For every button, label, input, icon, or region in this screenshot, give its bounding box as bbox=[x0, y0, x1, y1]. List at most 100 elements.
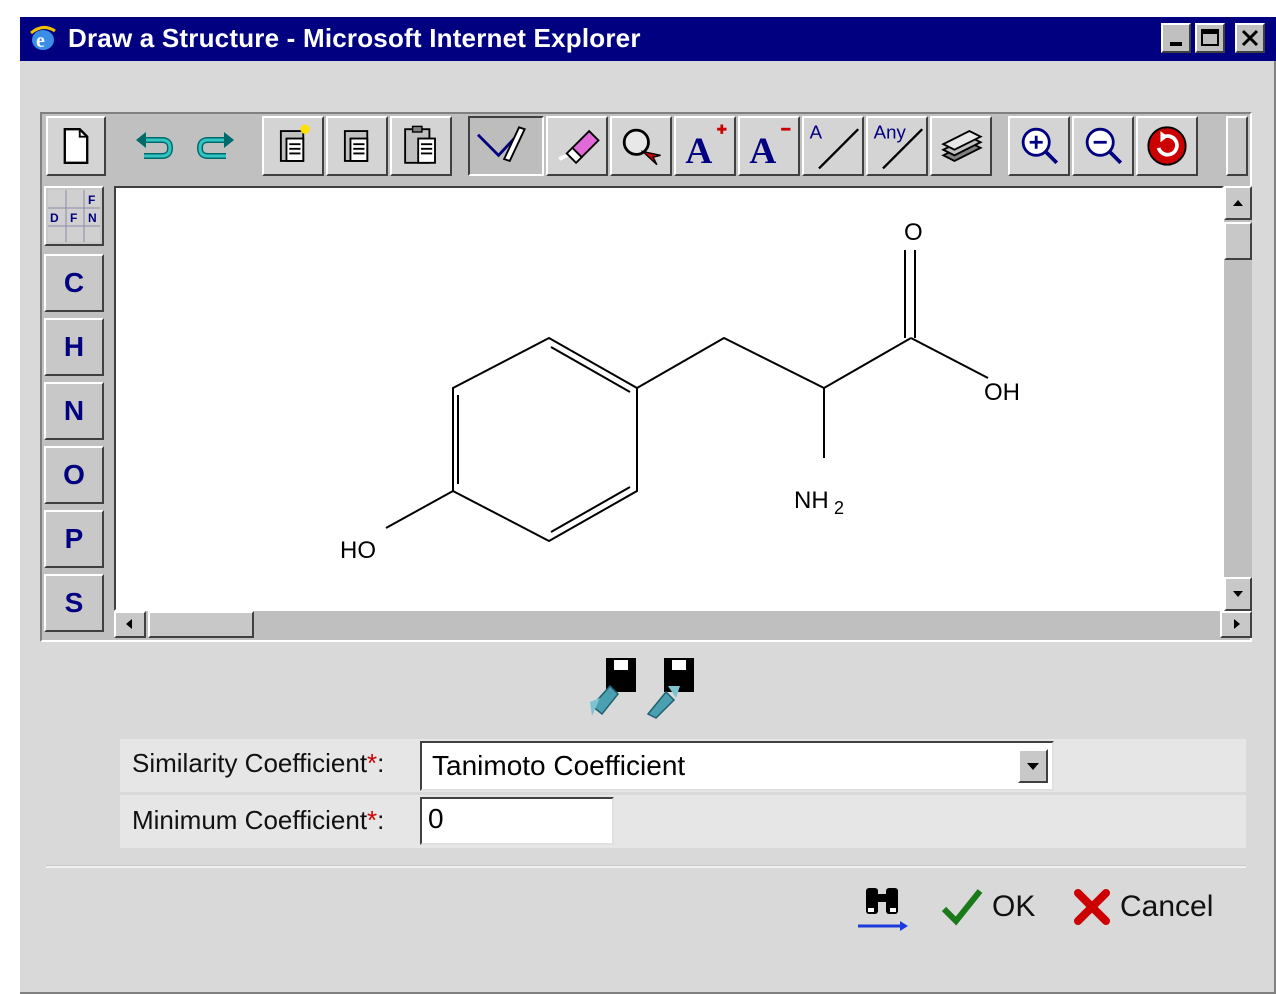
atom-button-s[interactable]: S bbox=[44, 574, 104, 632]
zoom-out-button[interactable] bbox=[1072, 116, 1134, 176]
atom-button-h[interactable]: H bbox=[44, 318, 104, 376]
label-colon: : bbox=[377, 805, 385, 835]
select-query-icon bbox=[622, 128, 661, 166]
search-button[interactable] bbox=[856, 880, 908, 934]
svg-text:A: A bbox=[685, 131, 712, 172]
internet-explorer-icon: e bbox=[28, 25, 58, 53]
periodic-table-button[interactable]: F D F N bbox=[44, 186, 104, 246]
zoom-in-icon bbox=[1021, 127, 1059, 165]
zoom-in-button[interactable] bbox=[1008, 116, 1070, 176]
paste-button[interactable] bbox=[390, 116, 452, 176]
minimize-button[interactable] bbox=[1161, 23, 1191, 53]
required-mark: * bbox=[367, 748, 378, 778]
draw-bond-button[interactable] bbox=[468, 116, 544, 176]
atom-button-c[interactable]: C bbox=[44, 254, 104, 312]
horizontal-scroll-thumb[interactable] bbox=[148, 611, 254, 638]
redo-button[interactable] bbox=[186, 116, 246, 176]
periodic-table-icon: F D F N bbox=[48, 190, 100, 242]
molecule-bonds bbox=[385, 250, 989, 543]
new-copy-button[interactable] bbox=[262, 116, 324, 176]
similarity-coefficient-select[interactable]: Tanimoto Coefficient bbox=[420, 741, 1054, 791]
decrease-charge-icon: A bbox=[749, 127, 791, 172]
atom-button-n[interactable]: N bbox=[44, 382, 104, 440]
ok-button[interactable]: OK bbox=[940, 880, 1035, 934]
eraser-button[interactable] bbox=[546, 116, 608, 176]
similarity-coefficient-value: Tanimoto Coefficient bbox=[432, 750, 686, 781]
undo-icon bbox=[136, 132, 174, 159]
close-icon bbox=[1241, 29, 1259, 47]
decrease-charge-button[interactable]: A bbox=[738, 116, 800, 176]
minimum-label-text: Minimum Coefficient bbox=[132, 805, 368, 835]
paste-icon bbox=[404, 125, 436, 164]
atom-button-p[interactable]: P bbox=[44, 510, 104, 568]
similarity-coefficient-label: Similarity Coefficient*: bbox=[132, 748, 384, 779]
increase-charge-button[interactable]: A bbox=[674, 116, 736, 176]
minimize-icon bbox=[1170, 42, 1182, 46]
label-phenol: HO bbox=[340, 537, 376, 564]
copy-icon bbox=[343, 130, 369, 162]
periodic-cell-n: N bbox=[88, 211, 97, 225]
new-copy-icon bbox=[279, 124, 310, 162]
select-query-button[interactable] bbox=[610, 116, 672, 176]
export-structure-button[interactable] bbox=[646, 656, 696, 720]
label-amine: NH bbox=[794, 487, 829, 514]
scroll-left-button[interactable] bbox=[114, 611, 146, 638]
checkmark-icon bbox=[941, 889, 983, 926]
arrow-right-icon bbox=[1234, 619, 1240, 629]
arrow-up-icon bbox=[1233, 200, 1243, 206]
any-atom-tool-icon: Any bbox=[874, 122, 924, 170]
molecule-drawing: O OH NH 2 HO bbox=[340, 219, 1020, 564]
binoculars-icon bbox=[858, 888, 908, 931]
import-structure-button[interactable] bbox=[588, 656, 638, 720]
cancel-button[interactable]: Cancel bbox=[1072, 880, 1213, 934]
atom-button-o[interactable]: O bbox=[44, 446, 104, 504]
label-oxygen: O bbox=[904, 219, 923, 246]
label-hydroxyl: OH bbox=[984, 379, 1020, 406]
divider bbox=[46, 865, 1246, 868]
refresh-button[interactable] bbox=[1136, 116, 1198, 176]
periodic-cell-d: D bbox=[50, 211, 59, 225]
svg-text:e: e bbox=[36, 30, 45, 52]
atom-label-tool-icon: A bbox=[810, 122, 860, 170]
undo-button[interactable] bbox=[124, 116, 184, 176]
atom-label-tool-button[interactable]: A bbox=[802, 116, 864, 176]
label-amine-subscript: 2 bbox=[834, 498, 844, 518]
templates-button[interactable] bbox=[930, 116, 992, 176]
ok-label: OK bbox=[992, 890, 1036, 923]
any-atom-tool-text: Any bbox=[874, 122, 907, 143]
arrow-left-icon bbox=[126, 619, 132, 629]
scroll-right-button[interactable] bbox=[1220, 611, 1252, 638]
copy-button[interactable] bbox=[326, 116, 388, 176]
svg-text:A: A bbox=[749, 131, 776, 172]
title-bar[interactable]: e Draw a Structure - Microsoft Internet … bbox=[20, 17, 1276, 61]
increase-charge-icon: A bbox=[685, 124, 727, 172]
arrow-down-icon bbox=[1233, 591, 1243, 597]
minimum-coefficient-label: Minimum Coefficient*: bbox=[132, 805, 384, 836]
maximize-icon bbox=[1201, 29, 1219, 46]
vertical-scrollbar[interactable] bbox=[1224, 186, 1252, 611]
refresh-icon bbox=[1147, 126, 1187, 166]
export-disk-icon bbox=[646, 658, 694, 719]
periodic-cell-f1: F bbox=[88, 193, 95, 207]
window-title: Draw a Structure - Microsoft Internet Ex… bbox=[68, 23, 641, 53]
zoom-out-icon bbox=[1085, 127, 1123, 165]
cancel-x-icon bbox=[1074, 889, 1110, 925]
eraser-icon bbox=[558, 129, 600, 165]
templates-icon bbox=[941, 130, 983, 162]
vertical-scroll-thumb[interactable] bbox=[1224, 222, 1252, 260]
dropdown-button[interactable] bbox=[1018, 749, 1048, 783]
maximize-button[interactable] bbox=[1195, 23, 1225, 53]
any-atom-tool-button[interactable]: Any bbox=[866, 116, 928, 176]
import-disk-icon bbox=[590, 658, 636, 716]
scroll-up-button[interactable] bbox=[1224, 186, 1252, 220]
minimum-coefficient-input[interactable]: 0 bbox=[420, 797, 614, 845]
cancel-label: Cancel bbox=[1120, 890, 1214, 923]
chevron-down-icon bbox=[1027, 763, 1039, 770]
drawing-canvas[interactable]: O OH NH 2 HO bbox=[114, 186, 1224, 611]
new-document-button[interactable] bbox=[46, 116, 106, 176]
horizontal-scrollbar[interactable] bbox=[114, 611, 1252, 638]
new-document-icon bbox=[63, 128, 89, 164]
close-button[interactable] bbox=[1235, 23, 1265, 53]
scroll-down-button[interactable] bbox=[1224, 577, 1252, 611]
required-mark: * bbox=[367, 805, 378, 835]
